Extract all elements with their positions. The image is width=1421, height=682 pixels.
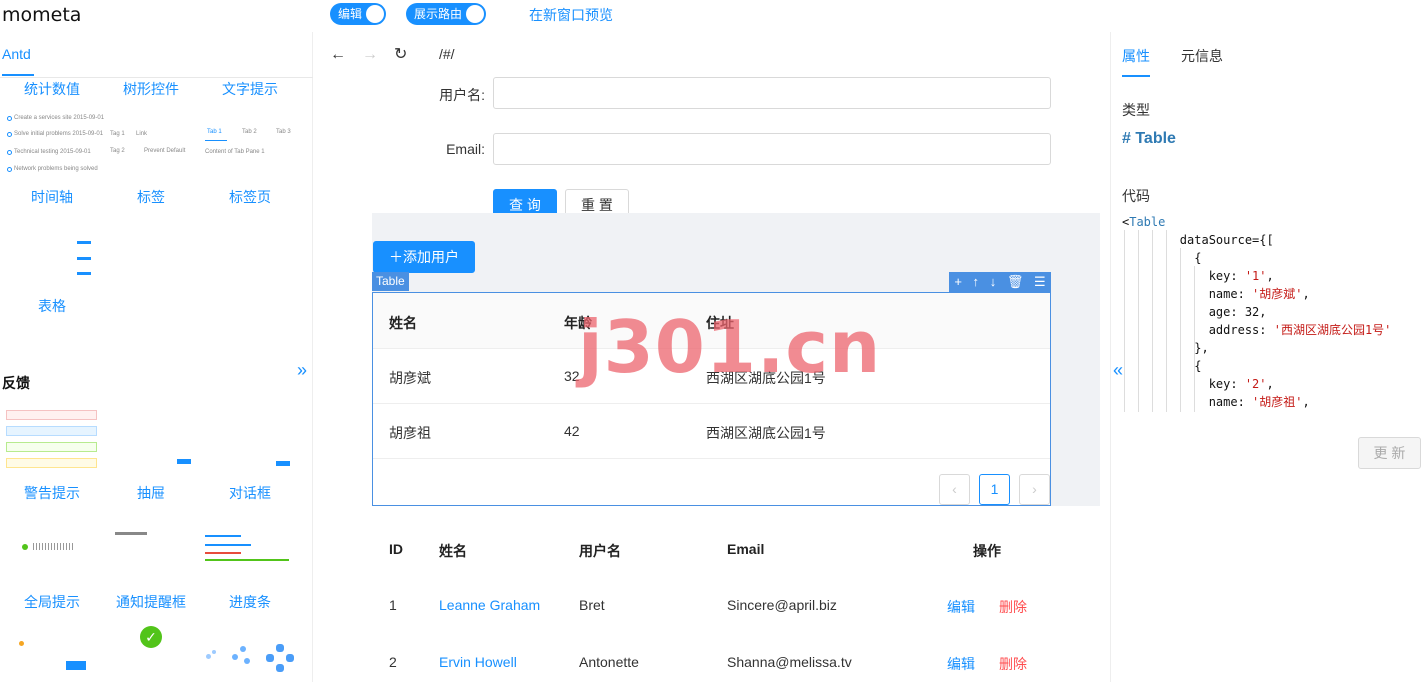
component-modal[interactable]: 对话框 [200,483,300,503]
user-email: Shanna@melissa.tv [727,654,852,670]
user-name-link[interactable]: Leanne Graham [439,597,540,613]
watermark: j301.cn [578,305,882,389]
check-circle-icon: ✓ [140,626,162,648]
spin-thumbnail-dot [19,641,24,646]
table-cell: 42 [564,423,580,439]
type-value: # Table [1122,130,1176,147]
back-arrow-icon[interactable]: ← [330,46,346,63]
collapse-right-icon[interactable]: » [297,360,307,381]
arrow-down-icon[interactable]: ↓ [990,272,997,292]
code-label: 代码 [1122,188,1150,204]
forward-arrow-icon[interactable]: → [362,46,378,63]
email-label: Email: [446,141,485,157]
toggle-knob [466,5,484,23]
plus-icon[interactable]: + [954,272,962,292]
edit-toggle[interactable]: 编辑 [330,3,386,25]
user-email: Sincere@april.biz [727,597,837,613]
component-alert[interactable]: 警告提示 [2,483,102,503]
section-feedback: 反馈 [2,375,30,391]
component-message[interactable]: 全局提示 [2,592,102,612]
add-user-button[interactable]: ＋添加用户 [373,241,475,273]
component-statistic[interactable]: 统计数值 [2,79,102,99]
route-toggle[interactable]: 展示路由 [406,3,486,25]
edit-link[interactable]: 编辑 [947,654,975,674]
row-divider [373,403,1050,404]
tab-underline [1122,75,1150,77]
arrow-up-icon[interactable]: ↑ [973,272,980,292]
pagination-prev[interactable]: ‹ [939,474,970,505]
browser-nav: ← → ↻ [330,44,423,64]
component-timeline[interactable]: 时间轴 [2,187,102,207]
thumbnail-block [66,661,86,670]
email-input[interactable] [493,133,1051,165]
drawer-thumbnail [177,459,191,464]
preview-new-window-link[interactable]: 在新窗口预览 [529,5,613,25]
component-notification[interactable]: 通知提醒框 [101,592,201,612]
user-name-link[interactable]: Ervin Howell [439,654,517,670]
menu-icon[interactable]: ☰ [1034,272,1046,292]
table-header-name: 姓名 [389,315,417,331]
delete-icon[interactable]: 🗑 [1007,272,1024,292]
user-id: 1 [389,597,397,613]
edit-link[interactable]: 编辑 [947,597,975,617]
component-progress[interactable]: 进度条 [200,592,300,612]
route-path: /#/ [439,46,455,62]
component-panel: Antd 统计数值 树形控件 文字提示 Create a services si… [0,32,313,682]
username-input[interactable] [493,77,1051,109]
pagination-next[interactable]: › [1019,474,1050,505]
component-tabs[interactable]: 标签页 [200,187,300,207]
notification-thumbnail [115,532,147,535]
component-toolbar: + ↑ ↓ 🗑 ☰ [949,272,1051,292]
users-header-name: 姓名 [439,543,467,559]
username-label: 用户名: [439,87,485,103]
code-editor[interactable]: <Table dataSource={[ { key: '1', name: '… [1122,213,1408,413]
user-username: Bret [579,597,605,613]
tab-meta[interactable]: 元信息 [1181,46,1223,66]
row-divider [373,458,1050,459]
users-header-actions: 操作 [973,543,1001,559]
component-drawer[interactable]: 抽屉 [101,483,201,503]
delete-link[interactable]: 删除 [999,597,1027,617]
edit-toggle-label: 编辑 [338,7,363,21]
user-id: 2 [389,654,397,670]
table-cell: 胡彦祖 [389,425,431,441]
tab-divider [0,77,313,78]
tab-underline [2,74,34,76]
update-button[interactable]: 更 新 [1358,437,1421,469]
user-username: Antonette [579,654,639,670]
reload-icon[interactable]: ↻ [394,46,407,63]
component-tooltip[interactable]: 文字提示 [200,79,300,99]
type-label: 类型 [1122,102,1150,118]
toggle-knob [366,5,384,23]
route-toggle-label: 展示路由 [414,7,463,21]
component-tag[interactable]: 标签 [101,187,201,207]
delete-link[interactable]: 删除 [999,654,1027,674]
table-cell: 西湖区湖底公园1号 [706,425,826,441]
selected-component-tag: Table [372,272,409,291]
users-header-username: 用户名 [579,543,621,559]
tab-antd[interactable]: Antd [2,46,31,62]
modal-thumbnail [276,461,290,466]
app-logo: mometa [2,4,82,26]
component-table[interactable]: 表格 [2,296,102,316]
users-header-email: Email [727,541,765,557]
table-cell: 胡彦斌 [389,370,431,386]
tab-properties[interactable]: 属性 [1122,46,1150,66]
component-tree[interactable]: 树形控件 [101,79,201,99]
pagination-page[interactable]: 1 [979,474,1010,505]
users-header-id: ID [389,541,403,557]
